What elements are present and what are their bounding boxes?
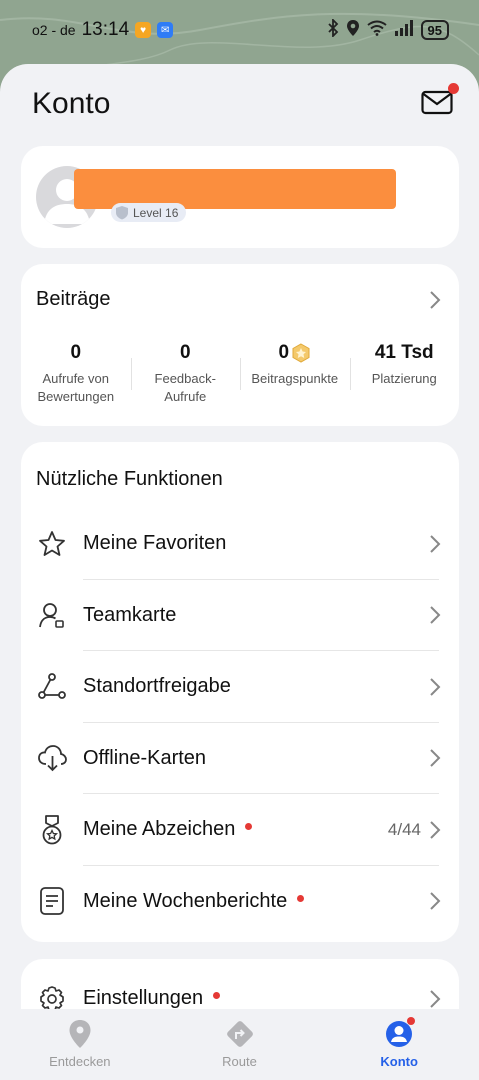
location-share-icon <box>37 672 67 702</box>
notification-dot <box>448 83 459 94</box>
menu-item-team-map[interactable]: Teamkarte <box>21 580 459 651</box>
chevron-right-icon <box>430 749 441 767</box>
tab-account[interactable]: Konto <box>319 1009 479 1080</box>
bottom-navigation: Entdecken Route Konto <box>0 1009 479 1080</box>
menu-item-favorites[interactable]: Meine Favoriten <box>21 508 459 580</box>
stat-value: 0 <box>70 342 82 363</box>
stat-value: 41 Tsd <box>374 342 434 363</box>
weekly-reports-label: Meine Wochenberichte <box>83 889 288 912</box>
tab-label: Route <box>222 1054 257 1069</box>
status-bar: o2 - de 13:14 ♥ ✉ 95 <box>0 0 479 60</box>
functions-title: Nützliche Funktionen <box>36 468 223 490</box>
messages-button[interactable] <box>421 83 459 119</box>
chevron-right-icon <box>430 606 441 624</box>
envelope-icon <box>421 90 453 115</box>
route-icon <box>226 1021 253 1047</box>
menu-item-label: Meine Wochenberichte <box>83 889 305 913</box>
wifi-icon <box>366 20 387 41</box>
stat-label: Beitragspunkte <box>251 371 339 386</box>
tab-label: Entdecken <box>49 1054 111 1069</box>
team-map-icon <box>37 600 67 630</box>
chevron-right-icon <box>430 821 441 839</box>
account-sheet: Konto Level 16 Beiträge 0 Aufrufe von Be… <box>0 64 479 1080</box>
tab-label: Konto <box>380 1054 418 1069</box>
menu-item-label: Einstellungen <box>83 987 221 1010</box>
level-shield-icon <box>116 206 128 220</box>
star-icon <box>37 529 67 559</box>
menu-item-offline-maps[interactable]: Offline-Karten <box>21 723 459 794</box>
stat-feedback-views[interactable]: 0 Feedback-Aufrufe <box>130 340 241 406</box>
chevron-right-icon <box>430 678 441 696</box>
contributions-card[interactable]: Beiträge 0 Aufrufe von Bewertungen 0 Fee… <box>21 264 459 426</box>
menu-item-weekly-reports[interactable]: Meine Wochenberichte <box>21 866 459 938</box>
menu-item-badges[interactable]: Meine Abzeichen 4/44 <box>21 794 459 866</box>
stat-label: Aufrufe von Bewertungen <box>37 371 115 404</box>
stat-contribution-points[interactable]: 0 Beitragspunkte <box>240 340 350 406</box>
cloud-download-icon <box>37 743 67 773</box>
stat-ranking[interactable]: 41 Tsd Platzierung <box>349 340 460 406</box>
signal-icon <box>394 19 414 41</box>
menu-item-label: Standortfreigabe <box>83 675 231 698</box>
location-icon <box>346 19 360 42</box>
bluetooth-icon <box>327 17 339 42</box>
battery-indicator: 95 <box>420 20 449 40</box>
stat-value: 0 <box>179 342 191 363</box>
contributions-title: Beiträge <box>36 288 111 310</box>
profile-card[interactable]: Level 16 <box>21 146 459 248</box>
badges-label: Meine Abzeichen <box>83 818 236 841</box>
stats-row: 0 Aufrufe von Bewertungen 0 Feedback-Auf… <box>21 340 459 406</box>
notification-app-icon: ♥ <box>135 22 152 38</box>
page-title: Konto <box>32 87 111 120</box>
notification-dot <box>297 894 305 902</box>
notification-dot <box>213 992 221 1000</box>
functions-list: Meine Favoriten Teamkarte Standortfreiga… <box>21 508 459 937</box>
chevron-right-icon <box>430 892 441 910</box>
location-pin-icon <box>69 1020 91 1048</box>
menu-item-location-sharing[interactable]: Standortfreigabe <box>21 651 459 723</box>
points-coin-icon <box>292 343 310 363</box>
chevron-right-icon <box>430 535 441 553</box>
useful-functions-card: Nützliche Funktionen Meine Favoriten Tea… <box>21 442 459 942</box>
clock: 13:14 <box>81 19 130 40</box>
menu-item-label: Teamkarte <box>83 603 177 626</box>
carrier-label: o2 - de <box>32 22 76 38</box>
notification-dot <box>245 823 253 831</box>
level-badge[interactable]: Level 16 <box>111 203 187 222</box>
badges-count: 4/44 <box>387 819 421 839</box>
menu-item-label: Meine Favoriten <box>83 532 227 555</box>
level-label: Level 16 <box>133 205 179 220</box>
medal-icon <box>37 814 67 845</box>
tab-route[interactable]: Route <box>160 1009 320 1080</box>
tab-discover[interactable]: Entdecken <box>0 1009 160 1080</box>
stat-label: Platzierung <box>371 371 437 386</box>
stat-value: 0 <box>278 342 290 363</box>
chevron-right-icon <box>430 291 441 309</box>
mail-notification-icon: ✉ <box>157 22 174 38</box>
stat-label: Feedback-Aufrufe <box>154 371 216 404</box>
report-icon <box>37 886 67 916</box>
header: Konto <box>32 82 459 126</box>
settings-label: Einstellungen <box>83 987 204 1010</box>
menu-item-label: Offline-Karten <box>83 746 207 769</box>
menu-item-label: Meine Abzeichen <box>83 818 253 841</box>
stat-review-views[interactable]: 0 Aufrufe von Bewertungen <box>21 340 131 406</box>
chevron-right-icon <box>430 990 441 1008</box>
